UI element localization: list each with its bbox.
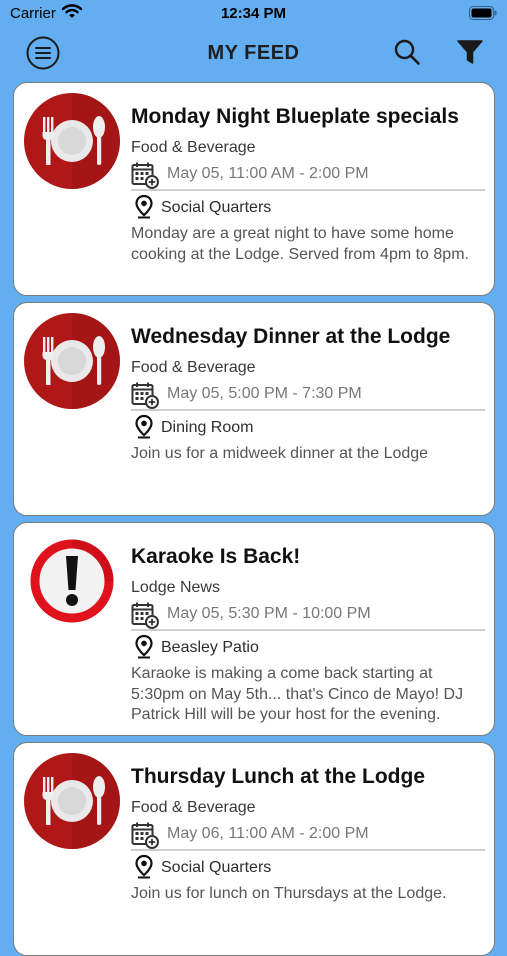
event-description: Monday are a great night to have some ho… — [131, 225, 469, 263]
event-category: Food & Beverage — [131, 139, 256, 156]
search-icon — [394, 39, 420, 65]
clock: 12:34 PM — [220, 5, 287, 22]
location-pin-icon — [135, 194, 153, 224]
event-title: Monday Night Blueplate specials — [131, 105, 459, 128]
event-datetime: May 05, 5:30 PM - 10:00 PM — [167, 605, 371, 622]
divider — [131, 629, 485, 631]
filter-button[interactable] — [457, 38, 483, 71]
event-title: Thursday Lunch at the Lodge — [131, 765, 426, 788]
event-description: Karaoke is making a come back starting a… — [131, 665, 464, 723]
event-datetime: May 05, 5:00 PM - 7:30 PM — [167, 385, 362, 402]
divider — [131, 849, 485, 851]
dining-plate-icon — [23, 92, 121, 190]
dining-plate-icon — [23, 312, 121, 410]
dining-plate-icon — [23, 752, 121, 850]
event-description: Join us for lunch on Thursdays at the Lo… — [131, 885, 447, 902]
event-location: Social Quarters — [161, 859, 272, 876]
divider — [131, 189, 485, 191]
status-bar: Carrier 12:34 PM — [0, 0, 507, 28]
event-description: Join us for a midweek dinner at the Lodg… — [131, 445, 429, 462]
event-datetime: May 05, 11:00 AM - 2:00 PM — [167, 165, 369, 182]
page-title: MY FEED — [207, 42, 300, 64]
alert-icon — [23, 532, 121, 630]
battery-icon — [469, 6, 497, 24]
navigation-bar: MY FEED — [0, 28, 507, 78]
feed-card-3[interactable]: Karaoke Is Back! Lodge News May 05, 5:30… — [13, 522, 495, 736]
event-category: Food & Beverage — [131, 359, 256, 376]
event-category: Lodge News — [131, 579, 220, 596]
filter-icon — [457, 40, 483, 64]
divider — [131, 409, 485, 411]
location-pin-icon — [135, 634, 153, 664]
event-title: Karaoke Is Back! — [131, 545, 301, 568]
search-button[interactable] — [393, 38, 421, 71]
feed-card-4[interactable]: Thursday Lunch at the Lodge Food & Bever… — [13, 742, 495, 956]
event-category: Food & Beverage — [131, 799, 256, 816]
event-location: Dining Room — [161, 419, 254, 436]
location-pin-icon — [135, 854, 153, 884]
feed-card-1[interactable]: Monday Night Blueplate specials Food & B… — [13, 82, 495, 296]
event-title: Wednesday Dinner at the Lodge — [131, 325, 451, 348]
location-pin-icon — [135, 414, 153, 444]
event-location: Beasley Patio — [161, 639, 259, 656]
event-location: Social Quarters — [161, 199, 272, 216]
event-datetime: May 06, 11:00 AM - 2:00 PM — [167, 825, 369, 842]
feed-card-2[interactable]: Wednesday Dinner at the Lodge Food & Bev… — [13, 302, 495, 516]
